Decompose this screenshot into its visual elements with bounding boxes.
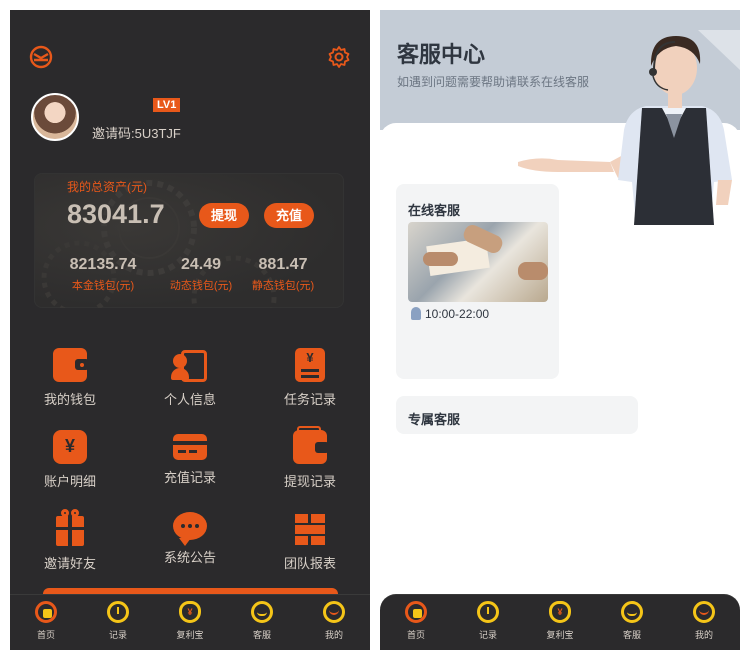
total-assets-value: 83041.7 — [67, 199, 165, 229]
menu-label: 充值记录 — [163, 470, 216, 485]
wallet-principal-label: 本金钱包(元) — [71, 280, 135, 292]
clock-icon — [477, 601, 499, 623]
tab-label: 首页 — [406, 630, 425, 640]
withdraw-wallet-icon — [293, 426, 329, 464]
chat-bubble-icon — [173, 512, 207, 546]
avatar[interactable] — [31, 93, 79, 141]
menu-invite-friends[interactable]: 邀请好友 — [10, 509, 130, 572]
asset-card: 我的总资产(元) 83041.7 提现 充值 82135.74 本金钱包(元) … — [34, 173, 344, 308]
tab-mine[interactable]: 我的 — [309, 601, 359, 641]
wallet-dynamic-value: 24.49 — [180, 256, 222, 273]
wallet-static-label: 静态钱包(元) — [251, 280, 315, 292]
tab-label: 客服 — [622, 630, 641, 640]
tab-service[interactable]: 客服 — [237, 601, 287, 641]
menu-withdraw-records[interactable]: 提现记录 — [250, 426, 370, 490]
invite-code: 邀请码:5U3TJF — [92, 126, 181, 141]
profile-card-icon — [171, 348, 207, 382]
menu-label: 个人信息 — [163, 392, 216, 407]
clock-icon — [107, 601, 129, 623]
wallet-dynamic-label: 动态钱包(元) — [169, 280, 233, 292]
wallet-static[interactable]: 881.47 静态钱包(元) — [238, 256, 328, 293]
menu-personal-info[interactable]: 个人信息 — [130, 348, 250, 408]
tab-compound[interactable]: ¥ 复利宝 — [165, 601, 215, 641]
menu-task-records[interactable]: ¥ 任务记录 — [250, 348, 370, 408]
level-badge: LV1 — [153, 98, 181, 112]
tab-mine[interactable]: 我的 — [679, 601, 729, 641]
home-icon — [405, 601, 427, 623]
page-title: 客服中心 — [397, 42, 486, 67]
tab-compound[interactable]: ¥ 复利宝 — [535, 601, 585, 641]
mine-screen: LV1 邀请码:5U3TJF 我的总资产(元) 83041.7 提现 充值 82… — [10, 10, 370, 650]
tab-bar: 首页 记录 ¥ 复利宝 客服 我的 — [10, 594, 370, 650]
menu-label: 任务记录 — [283, 392, 336, 407]
exclusive-service-card[interactable]: 专属客服 — [396, 396, 638, 434]
tab-label: 客服 — [252, 630, 271, 640]
service-hours-text: 10:00-22:00 — [425, 307, 490, 321]
exclusive-service-title: 专属客服 — [408, 412, 461, 427]
tab-records[interactable]: 记录 — [93, 601, 143, 641]
grid-report-icon — [295, 512, 325, 546]
chat-icon — [251, 601, 273, 623]
yen-icon: ¥ — [53, 430, 87, 464]
tab-label: 记录 — [478, 630, 497, 640]
customer-service-screen: 客服中心 如遇到问题需要帮助请联系在线客服 在线客服 10:00-22:00 专 — [380, 10, 740, 650]
wallet-principal-value: 82135.74 — [69, 256, 137, 273]
recharge-button[interactable]: 充值 — [264, 203, 315, 228]
total-assets-label: 我的总资产(元) — [67, 180, 147, 194]
menu-label: 我的钱包 — [43, 392, 96, 407]
menu-recharge-records[interactable]: 充值记录 — [130, 430, 250, 486]
gift-icon — [56, 509, 84, 546]
home-icon — [35, 601, 57, 623]
wallet-static-value: 881.47 — [258, 256, 308, 273]
user-icon — [323, 601, 345, 623]
tab-label: 复利宝 — [176, 630, 204, 640]
tab-records[interactable]: 记录 — [463, 601, 513, 641]
online-service-card[interactable]: 在线客服 10:00-22:00 — [396, 184, 559, 379]
withdraw-button[interactable]: 提现 — [199, 203, 250, 228]
online-service-title: 在线客服 — [408, 203, 461, 218]
menu-team-report[interactable]: 团队报表 — [250, 512, 370, 572]
agent-icon — [411, 307, 421, 320]
tab-bar: 首页 记录 ¥ 复利宝 客服 我的 — [380, 594, 740, 650]
wallet-dynamic[interactable]: 24.49 动态钱包(元) — [156, 256, 246, 293]
menu-label: 提现记录 — [283, 474, 336, 489]
tab-label: 记录 — [108, 630, 127, 640]
user-icon — [693, 601, 715, 623]
tab-label: 我的 — [694, 630, 713, 640]
tab-label: 我的 — [324, 630, 343, 640]
tab-service[interactable]: 客服 — [607, 601, 657, 641]
chat-icon — [621, 601, 643, 623]
menu-label: 团队报表 — [283, 556, 336, 571]
wallet-icon — [53, 348, 89, 382]
service-photo — [408, 222, 548, 302]
menu-my-wallet[interactable]: 我的钱包 — [10, 348, 130, 408]
document-yen-icon: ¥ — [295, 348, 325, 382]
money-bag-icon: ¥ — [549, 601, 571, 623]
wallet-principal[interactable]: 82135.74 本金钱包(元) — [58, 256, 148, 293]
menu-account-details[interactable]: ¥ 账户明细 — [10, 430, 130, 490]
tab-label: 复利宝 — [546, 630, 574, 640]
tab-home[interactable]: 首页 — [391, 601, 441, 641]
menu-label: 系统公告 — [163, 550, 216, 565]
tab-label: 首页 — [36, 630, 55, 640]
money-bag-icon: ¥ — [179, 601, 201, 623]
service-hours: 10:00-22:00 — [411, 307, 489, 321]
menu-system-notice[interactable]: 系统公告 — [130, 512, 250, 566]
card-icon — [173, 434, 207, 460]
menu-label: 账户明细 — [43, 474, 96, 489]
settings-gear-icon[interactable] — [327, 45, 351, 69]
menu-label: 邀请好友 — [43, 556, 96, 571]
tab-home[interactable]: 首页 — [21, 601, 71, 641]
message-icon[interactable] — [29, 45, 53, 69]
